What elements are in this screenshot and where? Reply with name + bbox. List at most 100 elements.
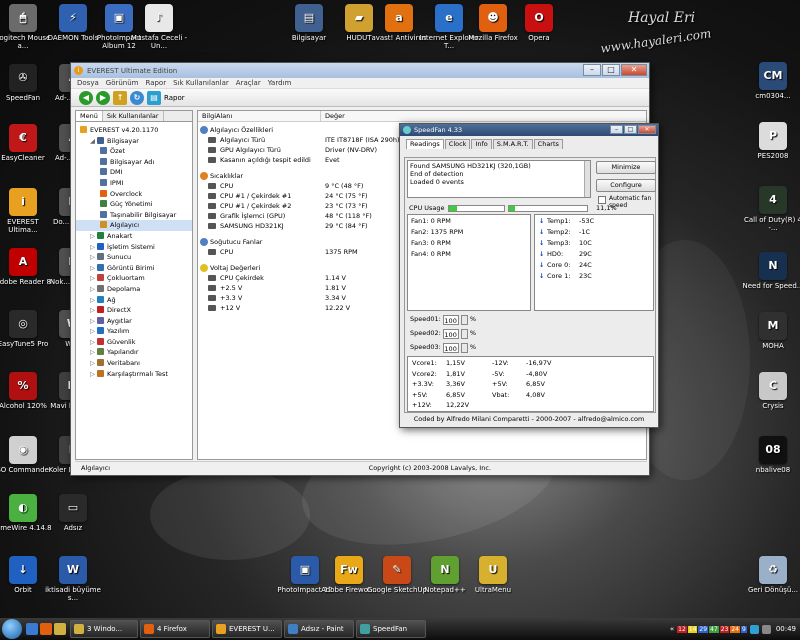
show-desktop-icon[interactable] [26,623,38,635]
taskbar-button[interactable]: SpeedFan [356,620,426,638]
speedfan-tab[interactable]: Clock [444,139,471,149]
expand-icon[interactable]: ▷ [90,231,97,242]
tree-item[interactable]: ▷ Güvenlik [76,337,192,348]
tree-item[interactable]: ▷ Yapılandır [76,347,192,358]
speedfan-tab[interactable]: Info [471,139,492,149]
close-button[interactable]: ✕ [621,64,647,76]
speedfan-tab[interactable]: S.M.A.R.T. [492,139,533,149]
expand-icon[interactable]: ▷ [90,347,97,358]
desktop-icon-col2-9[interactable]: Wiktisadi büyüme s... [42,556,104,602]
speedfan-titlebar[interactable]: SpeedFan 4.33 – □ ✕ [400,124,658,136]
network-icon[interactable] [749,624,759,634]
tree-item[interactable]: ▷ Veritabanı [76,358,192,369]
expand-icon[interactable]: ▷ [90,316,97,327]
start-orb-icon[interactable] [2,619,22,639]
desktop-icon-right-3[interactable]: N Need for Speed... [742,252,800,290]
tree-item[interactable]: Algılayıcı [76,220,192,231]
report-button-label[interactable]: Rapor [164,94,185,102]
tree-item[interactable]: ▷ İşletim Sistemi [76,242,192,253]
taskbar-button[interactable]: 3 Windo... [70,620,138,638]
taskbar-button[interactable]: 4 Firefox [140,620,210,638]
speed-input[interactable]: 100 [442,314,459,325]
desktop-icon-right-0[interactable]: CM cm0304... [742,62,800,100]
column-header-value[interactable]: Değer [321,111,345,121]
speed-spinner[interactable] [460,342,468,353]
volume-icon[interactable] [761,624,771,634]
menu-item[interactable]: Araçlar [236,79,261,87]
speed-input[interactable]: 100 [442,328,459,339]
tree-item[interactable]: EVEREST v4.20.1170 [76,125,192,136]
desktop-icon-right-7[interactable]: ♻ Geri Dönüşü... [742,556,800,594]
tree-item[interactable]: ▷ Anakart [76,231,192,242]
report-icon[interactable]: ▤ [147,90,161,105]
expand-icon[interactable]: ▷ [90,263,97,274]
tray-arrow-icon[interactable]: « [670,625,674,633]
minimize-button[interactable]: – [583,64,601,76]
expand-icon[interactable]: ▷ [90,242,97,253]
everest-titlebar[interactable]: i EVEREST Ultimate Edition – □ ✕ [71,63,649,78]
expand-icon[interactable]: ▷ [90,337,97,348]
nav-tab[interactable]: Menü [76,111,103,121]
speedfan-tab[interactable]: Readings [406,139,444,149]
tray-monitor-value[interactable]: 12 [677,625,687,633]
tree-item[interactable]: ◢ Bilgisayar [76,136,192,147]
tray-monitor-value[interactable]: 9 [740,625,747,633]
expand-icon[interactable]: ◢ [90,136,97,147]
tray-monitor-value[interactable]: 24 [730,625,740,633]
menu-item[interactable]: Rapor [145,79,166,87]
desktop-icon-right-2[interactable]: 4 Call of Duty(R) 4 -... [742,186,800,232]
tree-item[interactable]: Taşınabilir Bilgisayar [76,210,192,221]
configure-button[interactable]: Configure [596,179,656,192]
tree-item[interactable]: ▷ Görüntü Birimi [76,263,192,274]
expand-icon[interactable]: ▷ [90,295,97,306]
desktop-icon-top-7[interactable]: O Opera [508,4,570,42]
tree-item[interactable]: Bilgisayar Adı [76,157,192,168]
nav-tab[interactable]: Sık Kullanılanlar [103,111,164,121]
auto-fan-checkbox[interactable] [598,196,606,204]
tree-item[interactable]: Overclock [76,189,192,200]
desktop-icon-right-4[interactable]: M MOHA [742,312,800,350]
expand-icon[interactable]: ▷ [90,284,97,295]
tree-item[interactable]: ▷ Ağ [76,295,192,306]
speed-input[interactable]: 100 [442,342,459,353]
desktop-icon-right-5[interactable]: C Crysis [742,372,800,410]
maximize-button[interactable]: □ [624,125,637,134]
expand-icon[interactable]: ▷ [90,369,97,380]
tree-item[interactable]: ▷ Depolama [76,284,192,295]
desktop-icon-col2-8[interactable]: ▭ Adsız [42,494,104,532]
close-button[interactable]: ✕ [638,125,656,134]
forward-arrow-icon[interactable]: ▶ [96,90,110,105]
back-arrow-icon[interactable]: ◀ [79,90,93,105]
speed-spinner[interactable] [460,328,468,339]
desktop-icon-right-6[interactable]: 08 nbalive08 [742,436,800,474]
expand-icon[interactable]: ▷ [90,305,97,316]
up-folder-icon[interactable]: ↑ [113,90,127,105]
minimize-app-button[interactable]: Minimize [596,161,656,174]
tree-item[interactable]: DMI [76,167,192,178]
tree-item[interactable]: Güç Yönetimi [76,199,192,210]
folder-quicklaunch-icon[interactable] [54,623,66,635]
tree-item[interactable]: ▷ Sunucu [76,252,192,263]
expand-icon[interactable]: ▷ [90,326,97,337]
menu-item[interactable]: Görünüm [106,79,139,87]
taskbar-button[interactable]: EVEREST U... [212,620,282,638]
minimize-button[interactable]: – [610,125,623,134]
tree-item[interactable]: ▷ Çokluortam [76,273,192,284]
tray-monitor-value[interactable]: 29 [698,625,709,633]
speedfan-tab[interactable]: Charts [533,139,563,149]
tray-monitor-value[interactable]: 47 [709,625,719,633]
speed-spinner[interactable] [460,314,468,325]
tree-item[interactable]: ▷ Yazılım [76,326,192,337]
menu-item[interactable]: Dosya [77,79,99,87]
desktop-icon-bottom-4[interactable]: U UltraMenu [462,556,524,594]
log-scrollbar[interactable] [584,161,590,197]
desktop-icon-top-1[interactable]: ♪ Mustafa Ceceli - Un... [128,4,190,50]
tree-item[interactable]: ▷ Aygıtlar [76,316,192,327]
expand-icon[interactable]: ▷ [90,273,97,284]
firefox-quicklaunch-icon[interactable] [40,623,52,635]
expand-icon[interactable]: ▷ [90,358,97,369]
tree-item[interactable]: ▷ DirectX [76,305,192,316]
taskbar-button[interactable]: Adsız - Paint [284,620,354,638]
tray-monitor-value[interactable]: 14 [687,625,698,633]
clock[interactable]: 00:49 [776,625,796,633]
